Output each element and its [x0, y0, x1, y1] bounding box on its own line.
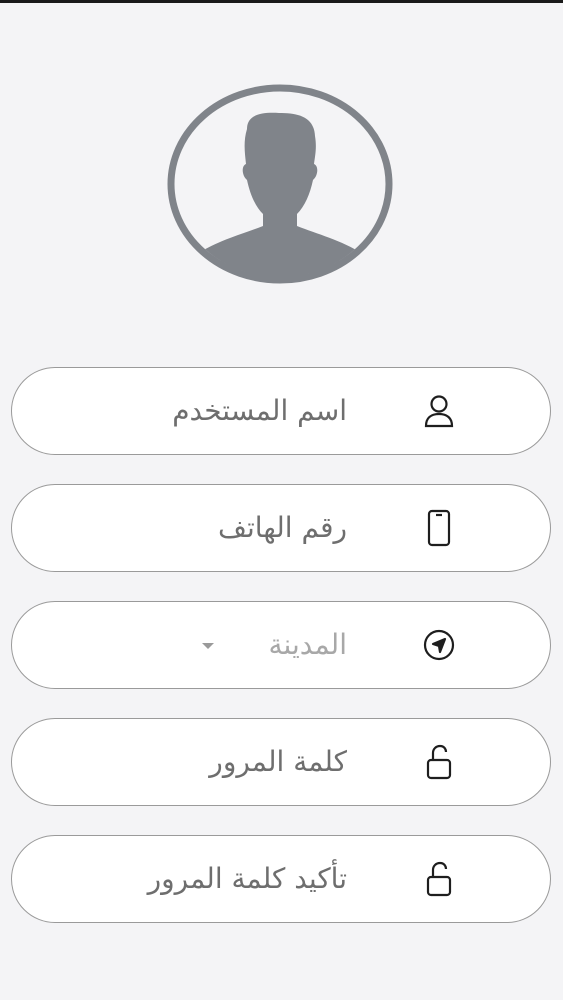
confirm-password-label: تأكيد كلمة المرور [147, 862, 347, 895]
navigation-icon [422, 626, 456, 664]
username-label: اسم المستخدم [172, 394, 347, 427]
city-dropdown[interactable]: المدينة [11, 601, 551, 689]
username-field[interactable]: اسم المستخدم [11, 367, 551, 455]
chevron-down-icon [202, 643, 214, 649]
profile-avatar[interactable] [167, 84, 393, 284]
city-label: المدينة [268, 628, 347, 661]
lock-open-icon [422, 860, 456, 898]
person-silhouette-icon [167, 84, 393, 284]
confirm-password-field[interactable]: تأكيد كلمة المرور [11, 835, 551, 923]
user-icon [422, 392, 456, 430]
password-label: كلمة المرور [209, 745, 347, 778]
phone-label: رقم الهاتف [218, 511, 347, 544]
phone-icon [422, 509, 456, 547]
top-status-line [0, 0, 563, 3]
password-field[interactable]: كلمة المرور [11, 718, 551, 806]
lock-open-icon [422, 743, 456, 781]
phone-field[interactable]: رقم الهاتف [11, 484, 551, 572]
